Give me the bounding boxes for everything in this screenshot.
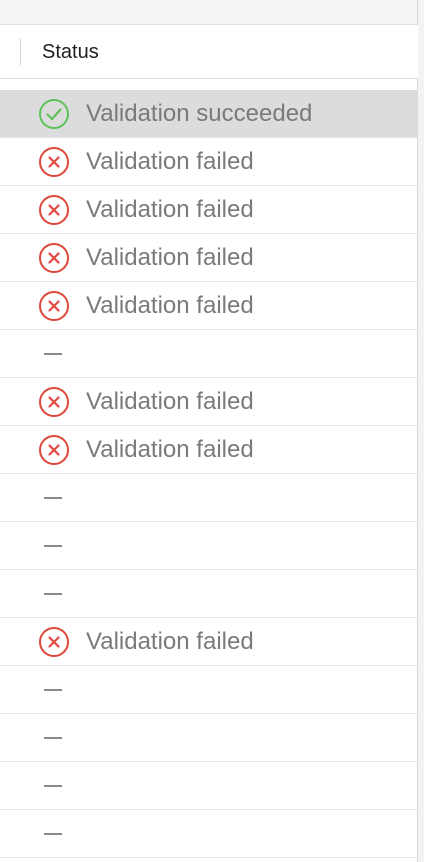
checkmark-circle-icon <box>39 99 69 129</box>
table-row[interactable]: Validation failed <box>0 282 418 330</box>
dash-icon <box>44 785 62 787</box>
x-circle-icon <box>39 435 69 465</box>
x-circle-icon <box>39 147 69 177</box>
table-row[interactable] <box>0 714 418 762</box>
status-label: Validation failed <box>86 148 254 175</box>
dash-icon <box>44 353 62 355</box>
table-row[interactable] <box>0 522 418 570</box>
table-header: Status <box>0 25 418 79</box>
status-label: Validation failed <box>86 196 254 223</box>
table-row[interactable]: Validation failed <box>0 426 418 474</box>
dash-icon <box>44 833 62 835</box>
toolbar-strip <box>0 0 418 25</box>
window-edge <box>417 0 424 862</box>
x-circle-icon <box>39 627 69 657</box>
status-list: Validation succeeded Validation failed Val… <box>0 90 418 858</box>
status-label: Validation failed <box>86 628 254 655</box>
table-row[interactable] <box>0 762 418 810</box>
x-circle-icon <box>39 243 69 273</box>
status-label: Validation succeeded <box>86 100 313 127</box>
dash-icon <box>44 737 62 739</box>
x-circle-icon <box>39 291 69 321</box>
table-row[interactable] <box>0 474 418 522</box>
column-divider[interactable] <box>20 38 21 65</box>
table-row[interactable] <box>0 666 418 714</box>
dash-icon <box>44 497 62 499</box>
x-circle-icon <box>39 387 69 417</box>
table-row[interactable]: Validation succeeded <box>0 90 418 138</box>
status-label: Validation failed <box>86 292 254 319</box>
table-row[interactable] <box>0 330 418 378</box>
table-row[interactable]: Validation failed <box>0 138 418 186</box>
dash-icon <box>44 593 62 595</box>
status-label: Validation failed <box>86 436 254 463</box>
table-row[interactable] <box>0 570 418 618</box>
table-row[interactable]: Validation failed <box>0 378 418 426</box>
status-column-header[interactable]: Status <box>42 41 99 63</box>
status-label: Validation failed <box>86 388 254 415</box>
dash-icon <box>44 545 62 547</box>
table-row[interactable]: Validation failed <box>0 618 418 666</box>
table-row[interactable]: Validation failed <box>0 234 418 282</box>
x-circle-icon <box>39 195 69 225</box>
table-row[interactable] <box>0 810 418 858</box>
table-row[interactable]: Validation failed <box>0 186 418 234</box>
dash-icon <box>44 689 62 691</box>
status-label: Validation failed <box>86 244 254 271</box>
